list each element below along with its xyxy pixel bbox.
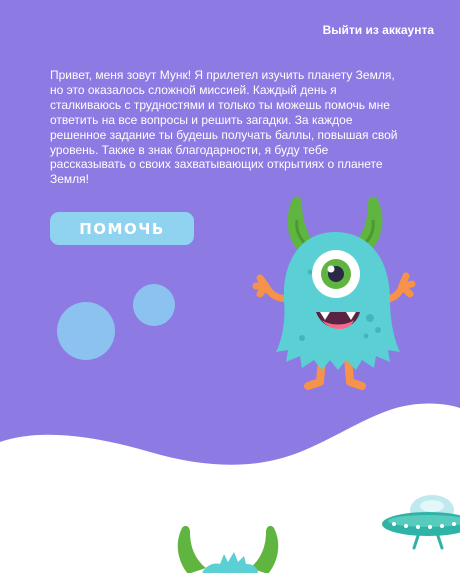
decor-bubble-small: [133, 284, 175, 326]
help-button[interactable]: ПОМОЧЬ: [50, 212, 194, 245]
decor-bubble-large: [57, 302, 115, 360]
monster-peek: [177, 525, 279, 573]
monster-mascot: [252, 196, 416, 390]
landing-screen: Выйти из аккаунта Привет, меня зовут Мун…: [0, 0, 460, 573]
intro-text: Привет, меня зовут Мунк! Я прилетел изуч…: [50, 68, 398, 187]
ufo-icon: [382, 495, 460, 550]
logout-link[interactable]: Выйти из аккаунта: [323, 23, 434, 37]
